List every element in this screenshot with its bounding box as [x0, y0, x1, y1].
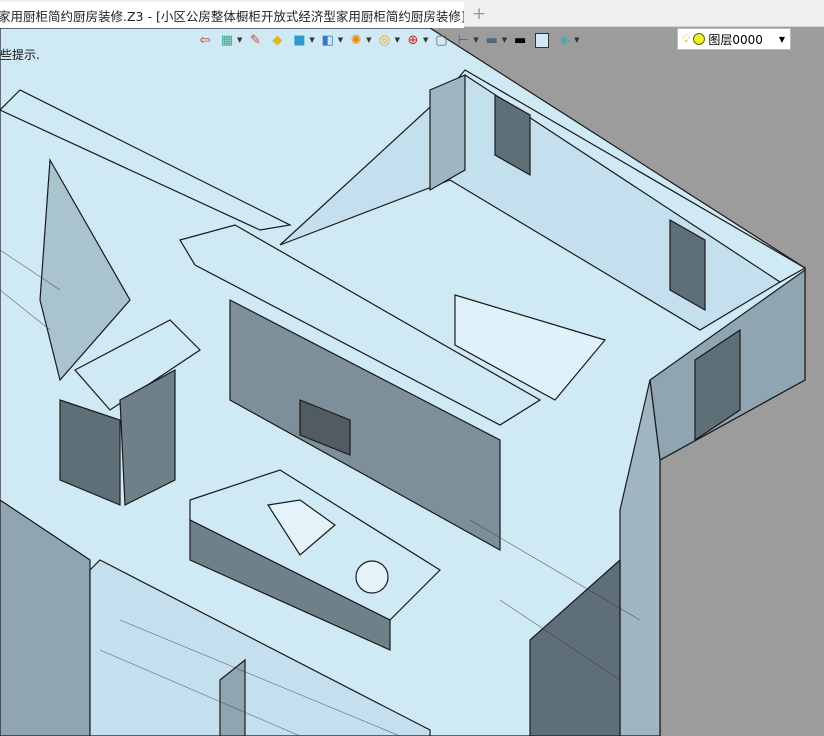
layers-icon[interactable]: ▦	[218, 31, 236, 49]
layer-select[interactable]: 💡︎ 图层0000 ▼	[677, 28, 791, 50]
tab-document[interactable]: 家用厨柜简约厨房装修.Z3 - [小区公房整体橱柜开放式经济型家用厨柜简约厨房装…	[0, 2, 464, 28]
pencil-icon[interactable]: ✎	[246, 31, 264, 49]
kitchen-model	[0, 28, 807, 736]
chevron-down-icon[interactable]: ▼	[338, 36, 343, 44]
tab-title: 家用厨柜简约厨房装修.Z3 - [小区公房整体橱柜开放式经济型家用厨柜简约厨房装…	[0, 8, 464, 24]
chevron-down-icon[interactable]: ▼	[395, 36, 400, 44]
layer-color-icon	[693, 33, 706, 45]
view-toolbar: ⇦ ▦ ▼ ✎ ◆ ■ ▼ ◧ ▼ ✺ ▼ ◎ ▼ ⊕ ▼ ▢ ⊢ ▼ ▬ ▼ ▬ ◈ ▼	[196, 29, 580, 51]
dimension-icon[interactable]: ⊢	[454, 31, 472, 49]
pick-icon[interactable]: ⊕	[404, 31, 422, 49]
chevron-down-icon[interactable]: ▼	[366, 36, 371, 44]
layer-name: 图层0000	[708, 32, 763, 47]
filter-icon[interactable]: ◎	[376, 31, 394, 49]
chevron-down-icon[interactable]: ▼	[237, 36, 242, 44]
chevron-down-icon[interactable]: ▼	[779, 35, 785, 44]
view-icon[interactable]: ◧	[319, 31, 337, 49]
lightbulb-icon[interactable]: 💡︎	[682, 32, 690, 47]
chevron-down-icon[interactable]: ▼	[473, 36, 478, 44]
new-tab-button[interactable]: +	[472, 4, 486, 24]
hint-text: 些提示.	[0, 48, 40, 62]
frame-icon[interactable]: ▢	[432, 31, 450, 49]
line-color-icon[interactable]: ▬	[511, 31, 529, 49]
display-icon[interactable]: ▬	[483, 31, 501, 49]
cube-icon[interactable]: ■	[290, 31, 308, 49]
render-icon[interactable]: ✺	[347, 31, 365, 49]
chevron-down-icon[interactable]: ▼	[502, 36, 507, 44]
chevron-down-icon[interactable]: ▼	[309, 36, 314, 44]
fill-color-icon[interactable]	[533, 31, 551, 49]
chevron-down-icon[interactable]: ▼	[423, 36, 428, 44]
chevron-down-icon[interactable]: ▼	[574, 36, 579, 44]
material-icon[interactable]: ◈	[555, 31, 573, 49]
exit-icon[interactable]: ⇦	[196, 31, 214, 49]
tab-bar: 家用厨柜简约厨房装修.Z3 - [小区公房整体橱柜开放式经济型家用厨柜简约厨房装…	[0, 0, 824, 28]
shape-icon[interactable]: ◆	[268, 31, 286, 49]
3d-viewport[interactable]	[0, 28, 824, 736]
